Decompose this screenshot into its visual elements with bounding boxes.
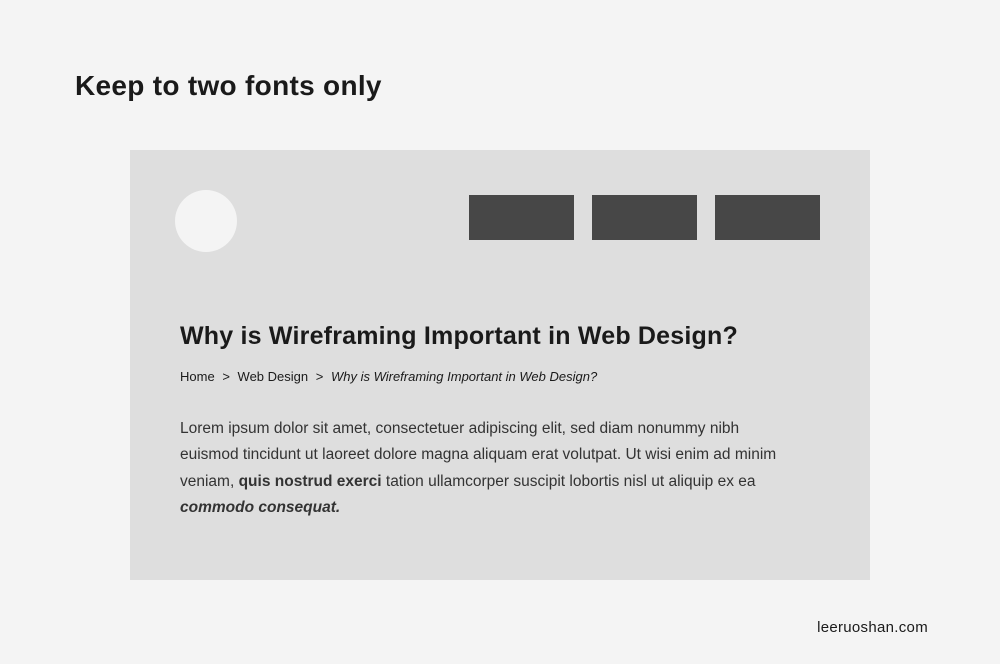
logo-placeholder <box>175 190 237 252</box>
breadcrumb-item: Web Design <box>238 369 309 384</box>
nav-placeholder-item <box>469 195 574 240</box>
body-text: tation ullamcorper suscipit lobortis nis… <box>382 473 756 490</box>
body-bold-text: quis nostrud exerci <box>239 473 382 490</box>
breadcrumb-item: Home <box>180 369 215 384</box>
breadcrumb-separator: > <box>222 369 230 384</box>
breadcrumb-separator: > <box>316 369 324 384</box>
footer-credit: leeruoshan.com <box>817 619 928 636</box>
article-title: Why is Wireframing Important in Web Desi… <box>180 322 820 351</box>
breadcrumb-current: Why is Wireframing Important in Web Desi… <box>331 369 597 384</box>
nav-placeholder-group <box>469 195 820 240</box>
body-bolditalic-text: commodo consequat. <box>180 499 340 516</box>
wireframe-card: Why is Wireframing Important in Web Desi… <box>130 150 870 580</box>
nav-placeholder-item <box>715 195 820 240</box>
page-title: Keep to two fonts only <box>75 70 382 102</box>
article-body: Lorem ipsum dolor sit amet, consectetuer… <box>180 416 800 521</box>
wireframe-header <box>180 190 820 252</box>
nav-placeholder-item <box>592 195 697 240</box>
breadcrumb: Home > Web Design > Why is Wireframing I… <box>180 369 820 384</box>
